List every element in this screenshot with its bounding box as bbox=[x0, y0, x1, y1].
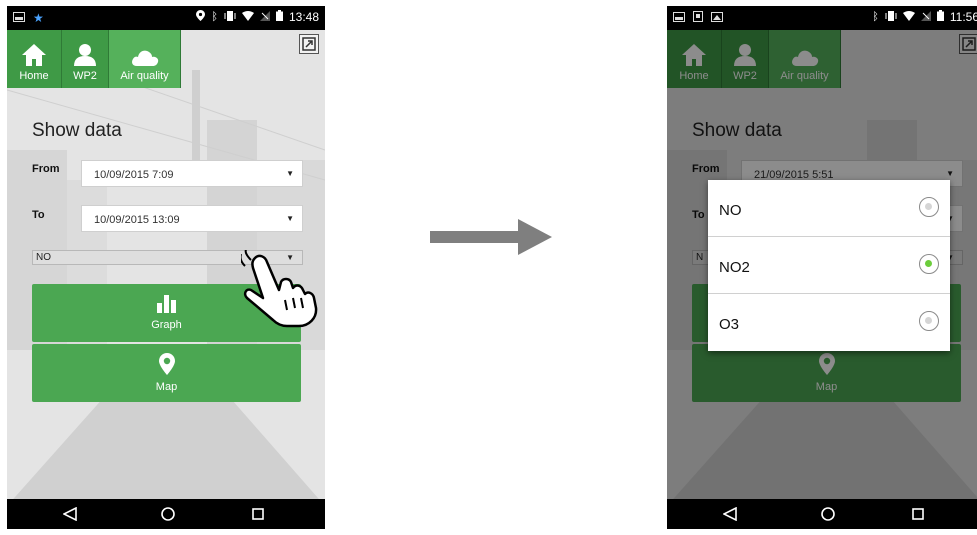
map-pin-icon bbox=[158, 353, 175, 375]
from-label: From bbox=[32, 163, 60, 175]
status-time: 11:56 bbox=[949, 10, 977, 24]
bluetooth-icon: ᛒ bbox=[872, 11, 879, 23]
tab-home-label: Home bbox=[19, 70, 49, 82]
option-label: NO2 bbox=[719, 259, 750, 276]
map-label: Map bbox=[155, 381, 178, 393]
android-nav-bar bbox=[667, 499, 977, 529]
graph-label: Graph bbox=[151, 319, 182, 331]
android-nav-bar bbox=[7, 499, 325, 529]
option-no[interactable]: NO bbox=[708, 180, 950, 237]
recent-apps-icon[interactable] bbox=[252, 508, 264, 520]
arrow-right-icon bbox=[430, 219, 552, 255]
person-icon bbox=[74, 44, 96, 66]
pollutant-value: NO bbox=[36, 252, 51, 263]
star-icon: ★ bbox=[33, 11, 44, 25]
to-date-select[interactable]: 10/09/2015 13:09 ▼ bbox=[81, 205, 303, 232]
bluetooth-icon: ᛒ bbox=[211, 11, 218, 23]
phone-after: ᛒ 11:56 Home WP2 Air quality Show data F… bbox=[667, 6, 977, 529]
home-nav-icon[interactable] bbox=[161, 507, 175, 521]
from-date-value: 10/09/2015 7:09 bbox=[94, 169, 174, 181]
option-o3[interactable]: O3 bbox=[708, 294, 950, 351]
tab-air-quality-label: Air quality bbox=[120, 70, 169, 82]
status-bar: ★ ᛒ 13:48 bbox=[7, 6, 325, 30]
pollutant-options-dialog: NO NO2 O3 bbox=[708, 180, 950, 351]
hand-tap-icon bbox=[241, 250, 318, 328]
radio-unselected-icon[interactable] bbox=[919, 311, 939, 331]
bar-chart-icon bbox=[156, 295, 176, 313]
back-icon[interactable] bbox=[723, 507, 737, 521]
vibrate-icon bbox=[224, 10, 236, 24]
home-nav-icon[interactable] bbox=[821, 507, 835, 521]
cloud-icon bbox=[131, 50, 158, 66]
radio-unselected-icon[interactable] bbox=[919, 197, 939, 217]
home-icon bbox=[22, 44, 46, 66]
download-notification-icon bbox=[693, 11, 703, 25]
dropdown-caret-icon: ▼ bbox=[286, 214, 294, 223]
wifi-icon bbox=[902, 10, 915, 24]
expand-icon bbox=[302, 37, 316, 51]
image-notification-icon bbox=[711, 11, 723, 25]
status-time: 13:48 bbox=[288, 10, 319, 24]
expand-button[interactable] bbox=[299, 34, 319, 54]
screenshot-notification-icon bbox=[673, 11, 685, 25]
battery-icon bbox=[936, 10, 944, 24]
tab-home[interactable]: Home bbox=[7, 30, 62, 88]
map-button[interactable]: Map bbox=[32, 344, 301, 402]
location-icon bbox=[196, 10, 206, 24]
from-date-select[interactable]: 10/09/2015 7:09 ▼ bbox=[81, 160, 303, 187]
signal-icon bbox=[259, 10, 270, 24]
status-bar: ᛒ 11:56 bbox=[667, 6, 977, 30]
option-no2[interactable]: NO2 bbox=[708, 237, 950, 294]
recent-apps-icon[interactable] bbox=[912, 508, 924, 520]
to-label: To bbox=[32, 209, 45, 221]
screenshot-notification-icon bbox=[13, 11, 25, 25]
phone-before: ★ ᛒ 13:48 Home WP2 Air quality Show data… bbox=[7, 6, 325, 529]
page-title: Show data bbox=[32, 120, 122, 141]
signal-icon bbox=[920, 10, 931, 24]
option-label: NO bbox=[719, 202, 742, 219]
tab-air-quality[interactable]: Air quality bbox=[109, 30, 181, 88]
dropdown-caret-icon: ▼ bbox=[286, 169, 294, 178]
option-label: O3 bbox=[719, 316, 740, 333]
vibrate-icon bbox=[885, 10, 897, 24]
to-date-value: 10/09/2015 13:09 bbox=[94, 214, 180, 226]
top-nav-tabs: Home WP2 Air quality bbox=[7, 30, 181, 88]
tab-wp2[interactable]: WP2 bbox=[62, 30, 109, 88]
radio-selected-icon[interactable] bbox=[919, 254, 939, 274]
battery-icon bbox=[275, 10, 283, 24]
tab-wp2-label: WP2 bbox=[73, 70, 97, 82]
back-icon[interactable] bbox=[63, 507, 77, 521]
wifi-icon bbox=[241, 10, 254, 24]
